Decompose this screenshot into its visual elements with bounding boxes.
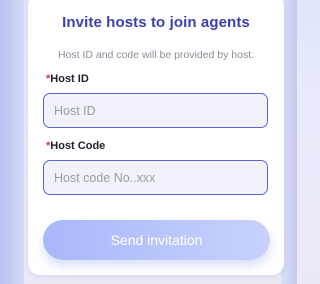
invite-hosts-dialog: Invite hosts to join agents Host ID and … [28,0,284,275]
background-edge-left [0,0,24,284]
dialog-subtitle: Host ID and code will be provided by hos… [57,49,255,61]
host-id-label: Host ID [50,73,89,85]
dialog-title: Invite hosts to join agents [62,14,250,31]
host-code-label-row: *Host Code [46,140,105,152]
host-id-input[interactable] [43,93,268,128]
host-code-label: Host Code [50,140,106,152]
send-invitation-button[interactable]: Send invitation [43,220,270,260]
host-id-label-row: *Host ID [46,73,89,85]
host-code-input[interactable] [43,160,268,195]
